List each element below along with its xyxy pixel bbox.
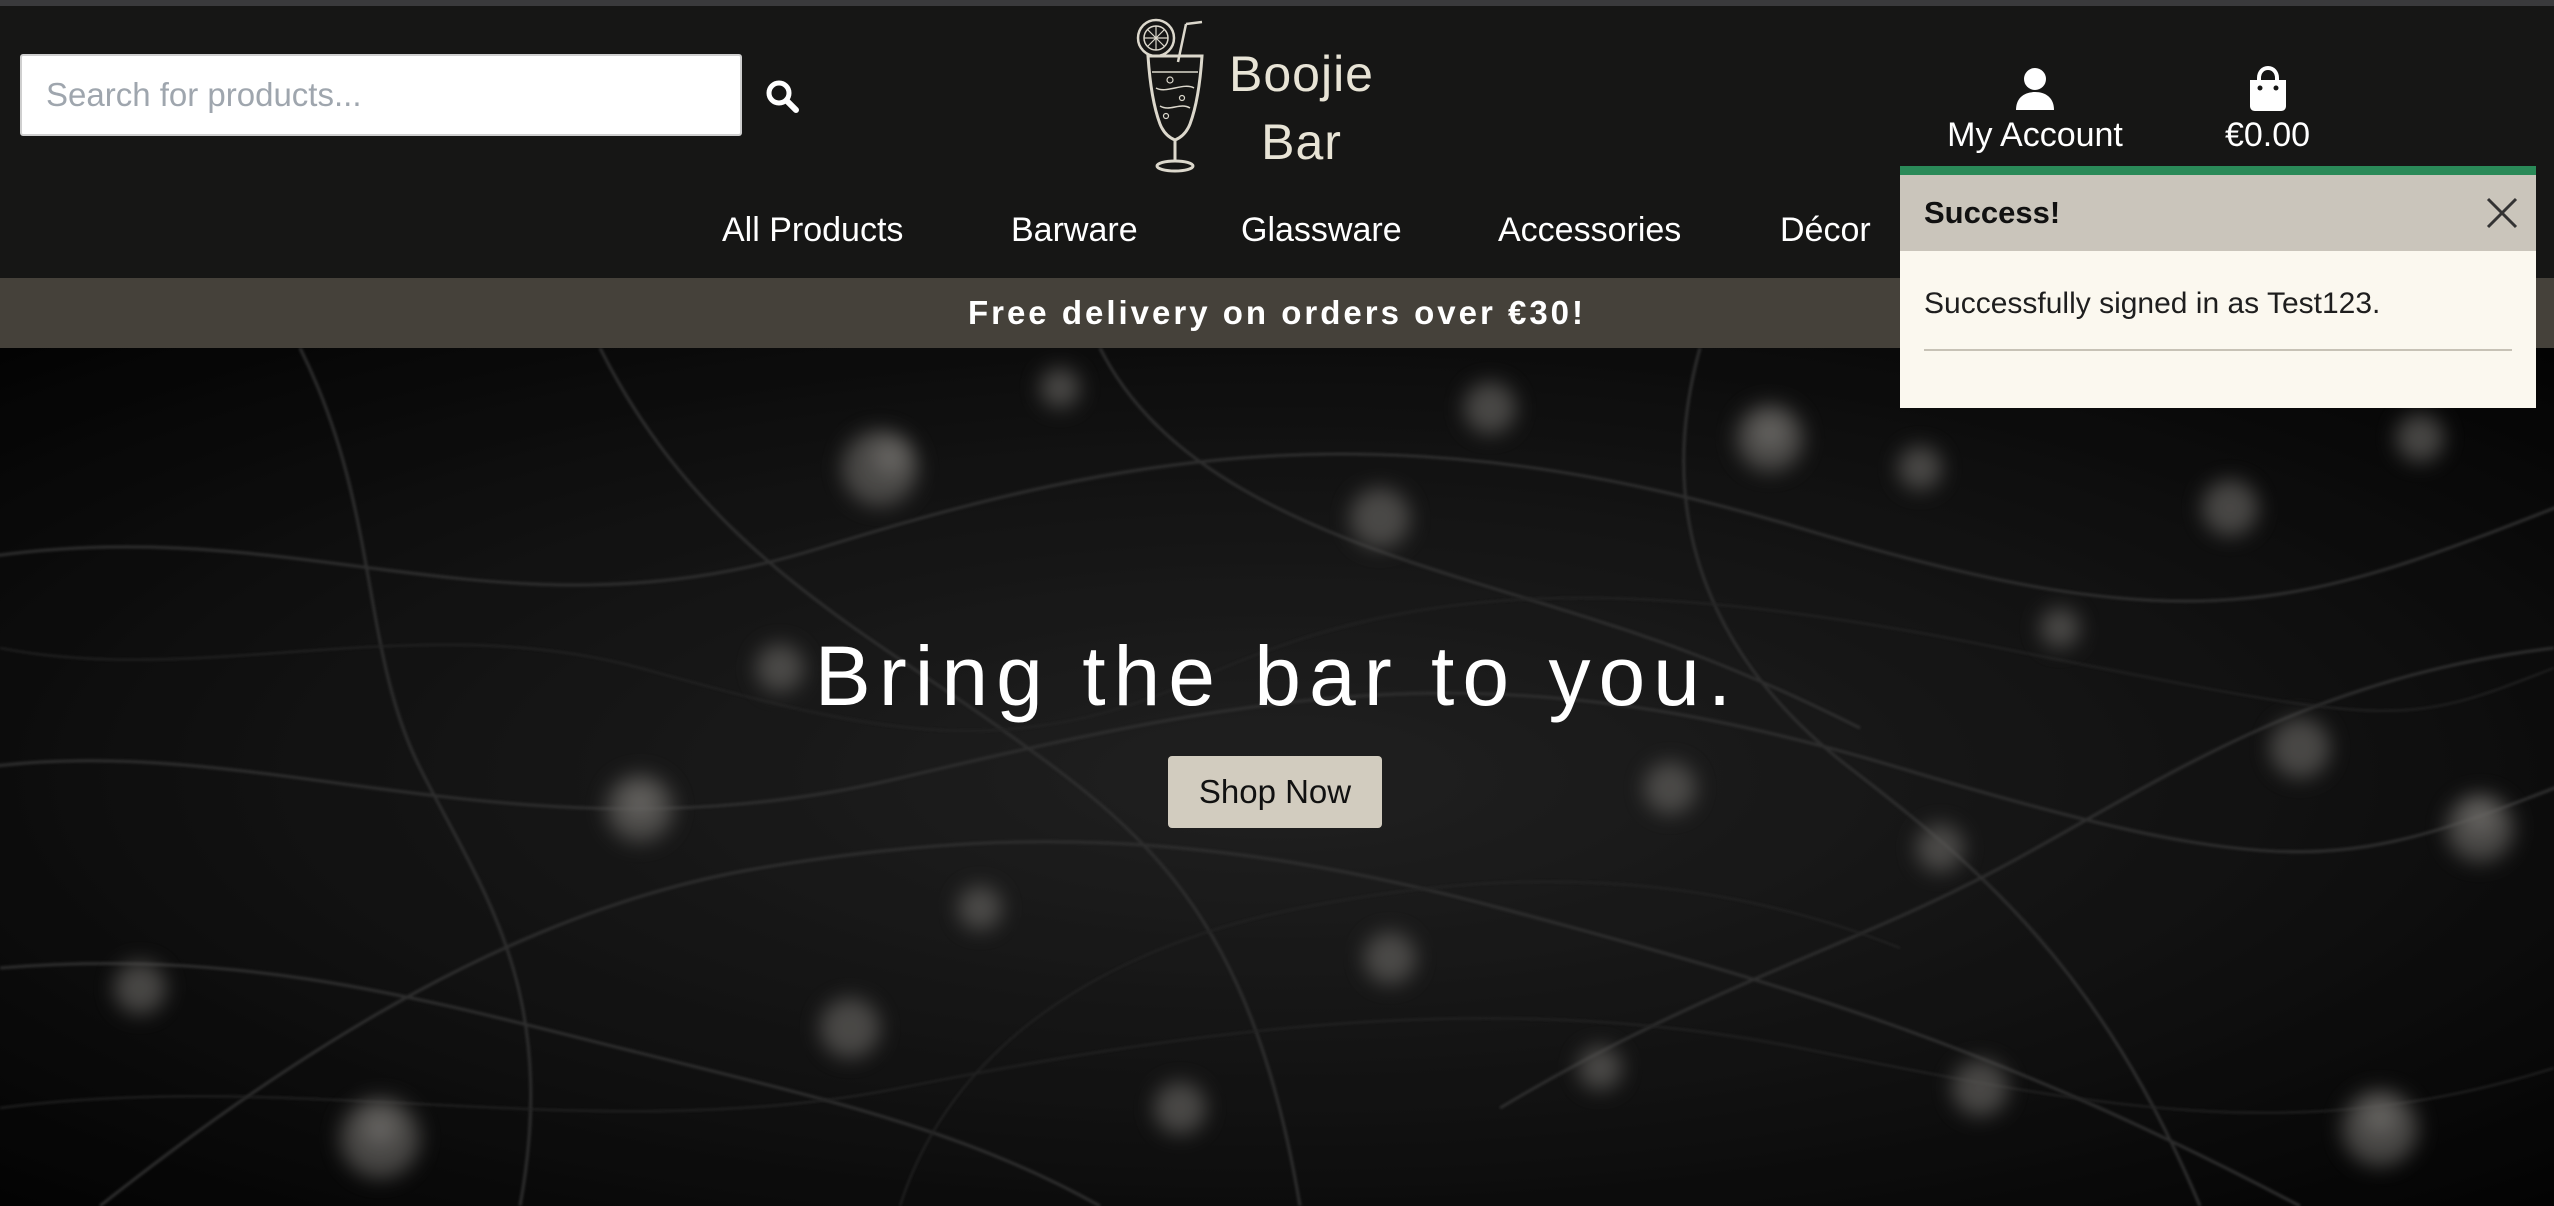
search-input[interactable] bbox=[20, 54, 742, 136]
brand-name-line2: Bar bbox=[1261, 114, 1342, 170]
cart-link[interactable]: €0.00 bbox=[2210, 66, 2325, 166]
shopping-bag-icon bbox=[2249, 66, 2286, 111]
success-toast: Success! Successfully signed in as Test1… bbox=[1900, 166, 2536, 408]
nav-item-barware[interactable]: Barware bbox=[1011, 211, 1138, 250]
toast-divider bbox=[1924, 349, 2512, 351]
hero-title: Bring the bar to you. bbox=[814, 629, 1740, 723]
my-account-label: My Account bbox=[1947, 116, 2123, 154]
my-account-link[interactable]: My Account bbox=[1930, 66, 2140, 166]
toast-header: Success! bbox=[1900, 175, 2536, 251]
search-icon bbox=[766, 80, 799, 113]
nav-item-all-products[interactable]: All Products bbox=[722, 211, 903, 250]
shop-now-button[interactable]: Shop Now bbox=[1168, 756, 1382, 828]
delivery-banner-text: Free delivery on orders over €30! bbox=[967, 294, 1587, 331]
nav-item-accessories[interactable]: Accessories bbox=[1498, 211, 1681, 250]
close-icon[interactable] bbox=[2484, 195, 2520, 231]
user-icon bbox=[2016, 68, 2054, 110]
toast-title: Success! bbox=[1924, 195, 2061, 230]
hero-section: Bring the bar to you. Shop Now bbox=[0, 348, 2554, 1206]
toast-message: Successfully signed in as Test123. bbox=[1924, 287, 2381, 320]
search-button[interactable] bbox=[752, 58, 812, 134]
brand-name: Boojie Bar bbox=[1214, 40, 1389, 176]
nav-item-glassware[interactable]: Glassware bbox=[1241, 211, 1402, 250]
nav-item-decor[interactable]: Décor bbox=[1780, 211, 1871, 250]
brand-logo[interactable]: Boojie Bar bbox=[1130, 16, 1390, 176]
cart-total: €0.00 bbox=[2224, 116, 2311, 154]
brand-name-line1: Boojie bbox=[1229, 46, 1374, 102]
cocktail-glass-icon bbox=[1136, 18, 1204, 173]
